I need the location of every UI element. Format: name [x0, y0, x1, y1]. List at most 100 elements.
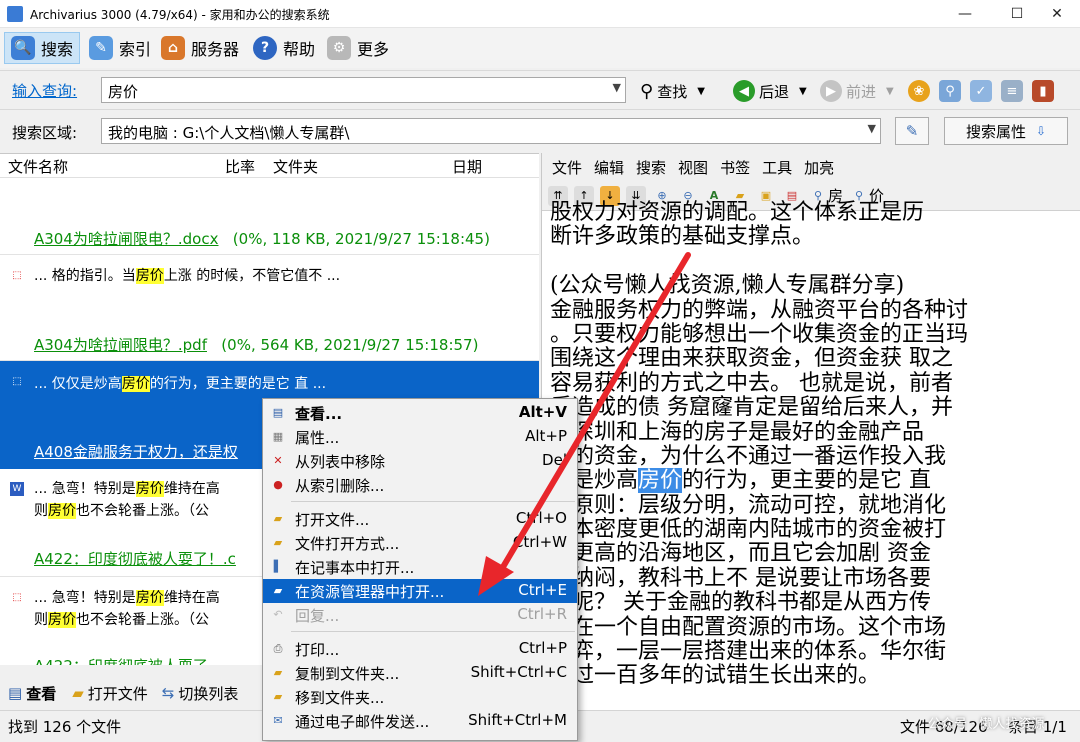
more-tab-button[interactable]: ⚙ 更多	[320, 32, 396, 64]
menu-item-view[interactable]: ▤ 查看... Alt+V	[263, 401, 577, 425]
menu-item-move[interactable]: ▰ 移到文件夹...	[263, 685, 577, 709]
search-hit-highlight: 房价	[638, 468, 683, 494]
menu-item-label: 查看...	[295, 405, 343, 423]
column-ratio[interactable]: 比率	[225, 156, 255, 177]
forward-button[interactable]: ▶ 前进 ▼	[820, 78, 894, 104]
view-icon: ▤	[272, 406, 284, 419]
result-link[interactable]: A422：印度彻底被人耍了	[34, 655, 208, 665]
document-line: 围绕这个理由来获取资金，但资金获 取之	[550, 346, 953, 372]
column-filename[interactable]: 文件名称	[8, 156, 68, 177]
menu-item-label: 在记事本中打开...	[295, 559, 415, 577]
menu-separator	[291, 631, 575, 632]
find-dropdown-icon[interactable]: ▼	[697, 86, 705, 97]
wrench-icon: ⚙	[327, 36, 351, 60]
document-line: 金融服务权力的弊端，从融资平台的各种讨	[550, 297, 969, 323]
result-item[interactable]: ⬚ ... 格的指引。当房价上涨 的时候，不管它值不 ... A304为啥拉闸限…	[0, 255, 539, 358]
area-picker-button[interactable]: ✎	[895, 117, 929, 145]
column-folder[interactable]: 文件夹	[273, 156, 318, 177]
viewer-menu-item[interactable]: 书签	[720, 157, 750, 178]
context-menu: ▤ 查看... Alt+V ▦ 属性... Alt+P ✕ 从列表中移除 Del ● 从索引删除..…	[262, 398, 578, 741]
help-tab-button[interactable]: ? 帮助	[246, 32, 322, 64]
menu-item-delete[interactable]: ● 从索引删除...	[263, 473, 577, 497]
switch-list-icon: ⇆	[161, 684, 175, 702]
view-button[interactable]: ▤ 查看	[8, 683, 56, 704]
index-icon: ✎	[89, 36, 113, 60]
menu-item-copy[interactable]: ▰ 复制到文件夹... Shift+Ctrl+C	[263, 661, 577, 685]
menu-item-label: 从索引删除...	[295, 477, 385, 495]
menu-item-remove-x[interactable]: ✕ 从列表中移除 Del	[263, 449, 577, 473]
search-tab-button[interactable]: 🔍 搜索	[4, 32, 81, 64]
reply-icon: ↶	[273, 608, 283, 621]
document-line: (公众号懒人找资源,懒人专属群分享)	[550, 273, 905, 299]
switch-list-button[interactable]: ⇆ 切换列表	[162, 683, 239, 704]
document-line: 控呢？ 关于金融的教科书都是从西方传	[550, 590, 931, 616]
pdf-icon: ⬚	[12, 270, 22, 281]
menu-item-label: 通过电子邮件发送...	[295, 713, 430, 731]
found-count: 找到 126 个文件	[8, 718, 122, 736]
viewer-menu-item[interactable]: 视图	[678, 157, 708, 178]
result-link[interactable]: A304为啥拉闸限电？.docx (0%, 118 KB, 2021/9/27 …	[34, 228, 490, 249]
result-item[interactable]: A304为啥拉闸限电？.docx (0%, 118 KB, 2021/9/27 …	[0, 212, 539, 252]
search-area-select[interactable]: 我的电脑 : G:\个人文档\懒人专属群\ ▼	[101, 118, 881, 144]
menu-item-print[interactable]: ⎙ 打印... Ctrl+P	[263, 637, 577, 661]
document-viewer: 文件 编辑 搜索 视图 书签 工具 加亮 ⇈ ↑ ↓ ⇊ ⊕ ⊖ A ▰ ▣ ▤ ⚲ 房 ⚲ 价…	[541, 153, 1080, 710]
menu-item-notepad[interactable]: ▌ 在记事本中打开...	[263, 555, 577, 579]
props-icon: ▦	[272, 430, 284, 443]
book-icon[interactable]: ▮	[1032, 80, 1054, 102]
result-link[interactable]: A408金融服务于权力，还是权	[34, 441, 238, 462]
menu-item-folder[interactable]: ▰ 在资源管理器中打开... Ctrl+E	[263, 579, 577, 603]
result-link[interactable]: A422：印度彻底被人耍了！.c	[34, 548, 236, 569]
query-label[interactable]: 输入查询:	[12, 80, 77, 101]
menu-item-shortcut: Ctrl+E	[518, 581, 567, 599]
folder-icon: ▰	[273, 584, 283, 597]
back-dropdown-icon[interactable]: ▼	[799, 86, 807, 97]
forward-dropdown-icon[interactable]: ▼	[886, 86, 894, 97]
layers-icon[interactable]: ≡	[1001, 80, 1023, 102]
back-button[interactable]: ◀ 后退 ▼	[733, 78, 807, 104]
document-line: 股权力对资源的调配。这个体系正是历	[550, 200, 925, 225]
result-snippet: ... 急弯！特别是房价维持在高	[34, 481, 220, 497]
watermark: 公众号 · 懒人找资源	[928, 717, 1045, 732]
index-tab-button[interactable]: ✎ 索引	[82, 32, 158, 64]
menu-item-shortcut: Del	[542, 451, 567, 469]
menu-item-label: 打开文件...	[295, 511, 370, 529]
viewer-menu-item[interactable]: 工具	[762, 157, 792, 178]
menu-item-mail[interactable]: ✉ 通过电子邮件发送... Shift+Ctrl+M	[263, 709, 577, 733]
viewer-menu-item[interactable]: 编辑	[594, 157, 624, 178]
menu-item-label: 属性...	[295, 429, 340, 447]
find-button[interactable]: ⚲ 查找 ▼	[640, 78, 705, 104]
menu-item-props[interactable]: ▦ 属性... Alt+P	[263, 425, 577, 449]
viewer-menu-item[interactable]: 搜索	[636, 157, 666, 178]
viewer-menu-item[interactable]: 加亮	[804, 157, 834, 178]
app-icon	[7, 6, 23, 22]
menu-item-label: 从列表中移除	[295, 453, 386, 471]
menu-item-open-with[interactable]: ▰ 文件打开方式... Ctrl+W	[263, 531, 577, 555]
document-line: 存在一个自由配置资源的市场。这个市场	[550, 614, 947, 640]
result-link[interactable]: A304为啥拉闸限电？.pdf (0%, 564 KB, 2021/9/27 1…	[34, 334, 478, 355]
folder-pen-icon: ✎	[905, 122, 919, 140]
open-file-button[interactable]: ▰ 打开文件	[72, 683, 148, 704]
print-icon: ⎙	[273, 642, 283, 655]
menu-item-open[interactable]: ▰ 打开文件... Ctrl+O	[263, 507, 577, 531]
zoom-tool-icon[interactable]: ⚲	[939, 80, 961, 102]
result-snippet-line2: 则房价也不会轮番上涨。（公	[34, 503, 209, 519]
close-button[interactable]: ✕	[1034, 0, 1080, 28]
server-tab-button[interactable]: ⌂ 服务器	[154, 32, 246, 64]
chevron-down-icon[interactable]: ▼	[613, 81, 621, 94]
column-date[interactable]: 日期	[452, 156, 482, 177]
minimize-button[interactable]: —	[942, 0, 988, 28]
menu-item-shortcut: Shift+Ctrl+C	[470, 663, 567, 681]
menu-item-shortcut: Alt+V	[518, 403, 567, 421]
search-properties-button[interactable]: 搜索属性 ⇩	[944, 117, 1068, 145]
document-line: 经过一百多年的试错生长出来的。	[550, 663, 881, 689]
open-file-icon: ▰	[72, 684, 84, 702]
chevron-down-icon[interactable]: ▼	[868, 122, 876, 135]
paw-icon[interactable]: ❀	[908, 80, 930, 102]
menu-separator	[291, 501, 575, 502]
search-area-row: 搜索区域: 我的电脑 : G:\个人文档\懒人专属群\ ▼ ✎ 搜索属性 ⇩	[0, 112, 1080, 152]
document-check-icon[interactable]: ✓	[970, 80, 992, 102]
query-input[interactable]: 房价 ▼	[101, 77, 626, 103]
move-icon: ▰	[273, 690, 283, 703]
viewer-menu-item[interactable]: 文件	[552, 157, 582, 178]
